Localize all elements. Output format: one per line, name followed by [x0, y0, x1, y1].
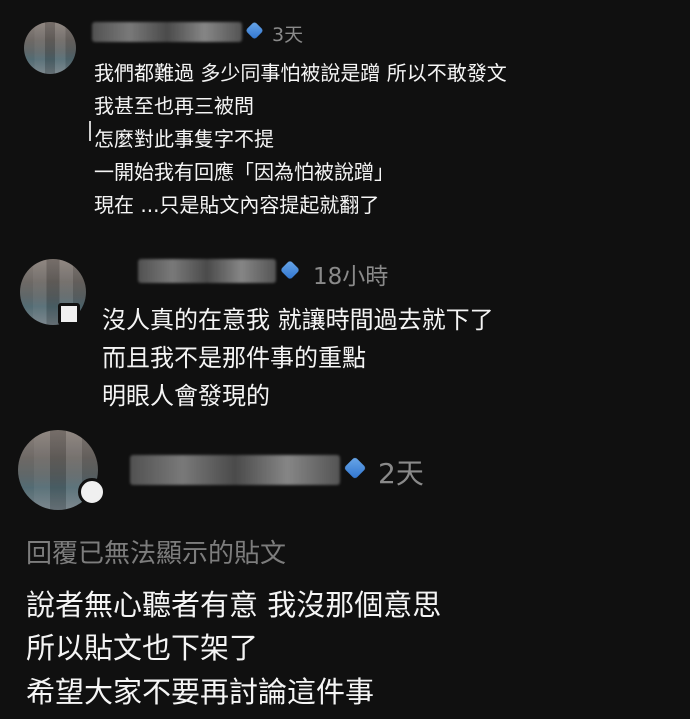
comment-line: 所以貼文也下架了: [26, 631, 259, 665]
username-blurred[interactable]: [92, 22, 242, 42]
comment-line: 現在 ...只是貼文內容提起就翻了: [94, 193, 380, 217]
comment-timestamp: 18小時: [313, 264, 389, 290]
avatar-status-badge: [58, 303, 80, 325]
comment-line: 說者無心聽者有意 我沒那個意思: [26, 588, 442, 622]
comment-line: 希望大家不要再討論這件事: [26, 675, 375, 709]
comment-line: 沒人真的在意我 就讓時間過去就下了: [102, 306, 494, 334]
verified-badge-icon: [245, 21, 264, 40]
username-blurred[interactable]: [130, 455, 340, 485]
avatar-add-badge[interactable]: [78, 478, 106, 506]
comment-line: 怎麼對此事隻字不提: [94, 127, 274, 151]
comment-line: 明眼人會發現的: [102, 382, 270, 410]
comment-line: 我們都難過 多少同事怕被說是蹭 所以不敢發文: [94, 61, 507, 85]
removed-post-notice: 回覆已無法顯示的貼文: [26, 539, 287, 569]
verified-badge-icon: [280, 260, 300, 280]
comment-timestamp: 2天: [378, 457, 424, 490]
comment-line: 我甚至也再三被問: [94, 94, 254, 118]
username-blurred[interactable]: [138, 259, 276, 283]
text-cursor-mark: [89, 121, 91, 141]
comment-line: 一開始我有回應「因為怕被說蹭」: [94, 160, 394, 184]
comment-line: 而且我不是那件事的重點: [102, 344, 366, 372]
avatar[interactable]: [24, 22, 76, 74]
comment-timestamp: 3天: [272, 24, 304, 46]
verified-badge-icon: [343, 456, 367, 480]
